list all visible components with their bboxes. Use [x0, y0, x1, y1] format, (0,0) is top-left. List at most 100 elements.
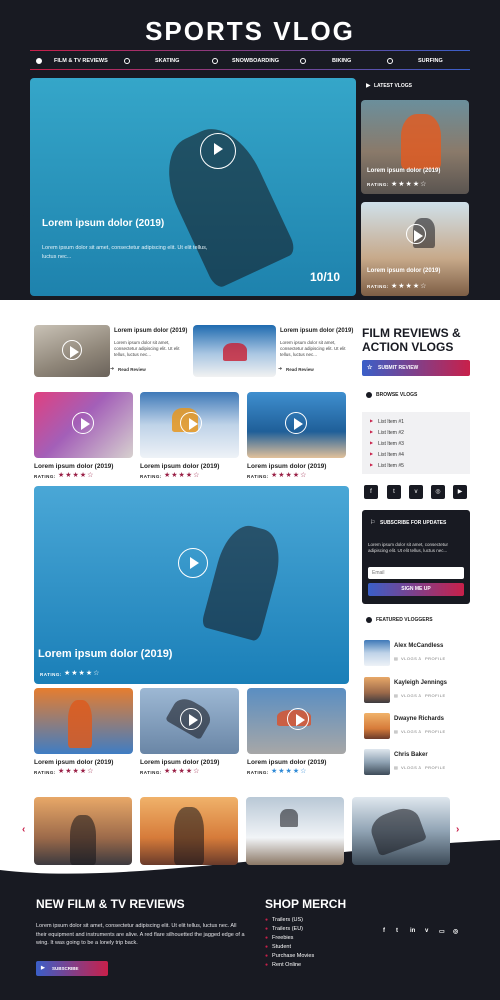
- nav-item-snowboarding[interactable]: SNOWBOARDING: [232, 53, 279, 69]
- profile-icon: ♙: [418, 693, 423, 698]
- vimeo-icon[interactable]: v: [425, 928, 428, 934]
- hero-title[interactable]: Lorem ipsum dolor (2019): [42, 218, 164, 229]
- carousel-image[interactable]: [352, 797, 450, 865]
- carousel-image[interactable]: [140, 797, 238, 865]
- merch-link[interactable]: Trailers (EU): [265, 926, 303, 932]
- carousel-prev-icon[interactable]: ‹: [22, 824, 25, 835]
- instagram-icon[interactable]: ◎: [453, 928, 458, 935]
- vlog-thumbnail[interactable]: [140, 688, 239, 754]
- bullet-icon: [366, 392, 372, 398]
- browse-list-item[interactable]: List Item #2: [370, 429, 404, 436]
- profile-link[interactable]: PROFILE: [425, 693, 446, 698]
- nav-item-film-tv-reviews[interactable]: FILM & TV REVIEWS: [54, 53, 108, 69]
- youtube-icon[interactable]: ▶: [453, 485, 467, 499]
- instagram-icon[interactable]: ◎: [431, 485, 445, 499]
- flickr-icon[interactable]: ▭: [439, 928, 445, 935]
- read-review-link[interactable]: Read Review: [118, 367, 146, 372]
- browse-list-item[interactable]: List Item #1: [370, 418, 404, 425]
- latest-vlog-card[interactable]: Lorem ipsum dolor (2019) RATING: ★★★★☆: [361, 202, 469, 296]
- browse-list-item[interactable]: List Item #3: [370, 440, 404, 447]
- carousel-next-icon[interactable]: ›: [456, 824, 459, 835]
- vlog-title[interactable]: Lorem ipsum dolor (2019): [34, 463, 113, 470]
- vlogger-name[interactable]: Kayleigh Jennings: [394, 680, 447, 686]
- facebook-icon[interactable]: f: [383, 928, 385, 934]
- nav-dot-icon: [387, 58, 393, 64]
- profile-link[interactable]: PROFILE: [425, 729, 446, 734]
- play-icon[interactable]: [287, 708, 309, 730]
- vlogger-name[interactable]: Chris Baker: [394, 752, 428, 758]
- profile-icon: ♙: [418, 765, 423, 770]
- profile-link[interactable]: PROFILE: [425, 765, 446, 770]
- read-review-icon: ➜: [278, 366, 283, 372]
- vlog-title[interactable]: Lorem ipsum dolor (2019): [247, 759, 326, 766]
- carousel-image[interactable]: [34, 797, 132, 865]
- avatar[interactable]: [364, 713, 390, 739]
- vlogger-name[interactable]: Dwayne Richards: [394, 716, 444, 722]
- avatar[interactable]: [364, 640, 390, 666]
- review-title[interactable]: Lorem ipsum dolor (2019): [114, 328, 187, 334]
- play-icon: ▶: [366, 83, 371, 89]
- play-icon[interactable]: [180, 412, 202, 434]
- merch-link[interactable]: Rent Online: [265, 962, 301, 968]
- vlog-thumbnail[interactable]: [140, 392, 239, 458]
- email-input[interactable]: [368, 567, 464, 579]
- play-icon[interactable]: [62, 340, 82, 360]
- avatar[interactable]: [364, 749, 390, 775]
- play-icon[interactable]: [406, 224, 426, 244]
- merch-link[interactable]: Trailers (US): [265, 917, 303, 923]
- vlogs-link[interactable]: VLOGS: [401, 729, 417, 734]
- play-icon[interactable]: [285, 412, 307, 434]
- latest-vlog-title[interactable]: Lorem ipsum dolor (2019): [367, 168, 440, 174]
- merch-link[interactable]: Student: [265, 944, 291, 950]
- vlog-title[interactable]: Lorem ipsum dolor (2019): [140, 759, 219, 766]
- feature-video[interactable]: Lorem ipsum dolor (2019) RATING: ★★★★☆: [34, 486, 349, 684]
- site-title[interactable]: SPORTS VLOG: [0, 16, 500, 47]
- hero-image[interactable]: Lorem ipsum dolor (2019) Lorem ipsum dol…: [30, 78, 356, 296]
- review-title[interactable]: Lorem ipsum dolor (2019): [280, 328, 353, 334]
- vlog-title[interactable]: Lorem ipsum dolor (2019): [247, 463, 326, 470]
- facebook-icon[interactable]: f: [364, 485, 378, 499]
- nav-item-skating[interactable]: SKATING: [155, 53, 179, 69]
- twitter-icon[interactable]: t: [396, 928, 398, 934]
- browse-list-item[interactable]: List Item #5: [370, 462, 404, 469]
- avatar[interactable]: [364, 677, 390, 703]
- merch-link[interactable]: Purchase Movies: [265, 953, 314, 959]
- browse-list-item[interactable]: List Item #4: [370, 451, 404, 458]
- submit-review-button[interactable]: ☆ SUBMIT REVIEW: [362, 360, 470, 376]
- vlog-title[interactable]: Lorem ipsum dolor (2019): [140, 463, 219, 470]
- read-review-link[interactable]: Read Review: [286, 367, 314, 372]
- latest-vlog-card[interactable]: Lorem ipsum dolor (2019) RATING: ★★★★☆: [361, 100, 469, 194]
- vlogs-link[interactable]: VLOGS: [401, 693, 417, 698]
- feature-title[interactable]: Lorem ipsum dolor (2019): [38, 648, 172, 660]
- linkedin-icon[interactable]: in: [410, 928, 415, 934]
- profile-link[interactable]: PROFILE: [425, 656, 446, 661]
- footer-subscribe-button[interactable]: ▶ SUBSCRIBE: [36, 961, 108, 976]
- vlogs-icon: ▤: [394, 765, 399, 770]
- vlog-thumbnail[interactable]: [247, 688, 346, 754]
- featured-vloggers-heading: FEATURED VLOGGERS: [376, 617, 433, 623]
- play-icon[interactable]: [72, 412, 94, 434]
- review-thumbnail[interactable]: [34, 325, 110, 377]
- review-thumbnail[interactable]: [193, 325, 276, 377]
- vimeo-icon[interactable]: v: [409, 485, 423, 499]
- feature-play-icon[interactable]: [178, 548, 208, 578]
- vlog-thumbnail[interactable]: [34, 688, 133, 754]
- nav-item-biking[interactable]: BIKING: [332, 53, 351, 69]
- vlog-thumbnail[interactable]: [34, 392, 133, 458]
- nav-item-surfing[interactable]: SURFING: [418, 53, 443, 69]
- play-icon[interactable]: [180, 708, 202, 730]
- vlog-thumbnail[interactable]: [247, 392, 346, 458]
- rating-label: RATING:: [247, 770, 269, 775]
- sign-me-up-button[interactable]: SIGN ME UP: [368, 583, 464, 596]
- twitter-icon[interactable]: t: [387, 485, 401, 499]
- hero-play-icon[interactable]: [200, 133, 236, 169]
- carousel-image[interactable]: [246, 797, 344, 865]
- vlogger-name[interactable]: Alex McCandless: [394, 643, 443, 649]
- review-text: Lorem ipsum dolor sit amet, consectetur …: [280, 340, 346, 357]
- latest-vlog-title[interactable]: Lorem ipsum dolor (2019): [367, 268, 440, 274]
- vlogs-link[interactable]: VLOGS: [401, 765, 417, 770]
- merch-link[interactable]: Freebies: [265, 935, 293, 941]
- vlog-title[interactable]: Lorem ipsum dolor (2019): [34, 759, 113, 766]
- vlogs-link[interactable]: VLOGS: [401, 656, 417, 661]
- motorbike-figure: [401, 114, 441, 169]
